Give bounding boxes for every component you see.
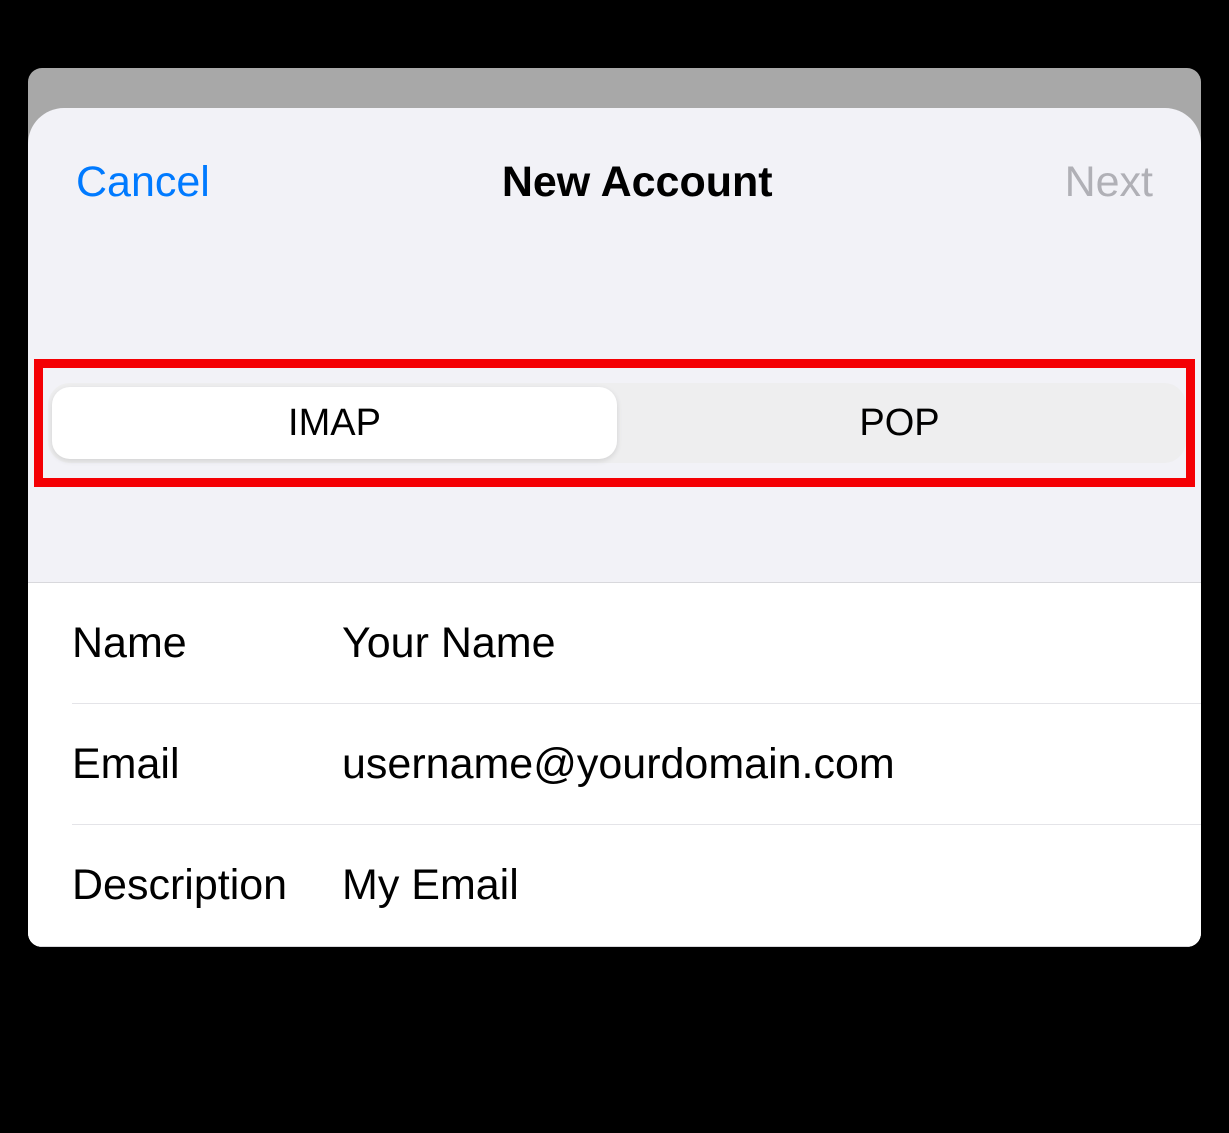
new-account-modal: Cancel New Account Next IMAP POP Name Em… — [28, 108, 1201, 947]
modal-title: New Account — [502, 158, 773, 207]
sheet-background-container: Cancel New Account Next IMAP POP Name Em… — [28, 68, 1201, 947]
modal-header: Cancel New Account Next — [28, 108, 1201, 207]
account-details-section: Name Email Description — [28, 582, 1201, 947]
email-label: Email — [72, 740, 342, 789]
segment-pop[interactable]: POP — [617, 387, 1182, 459]
cancel-button[interactable]: Cancel — [76, 158, 210, 207]
email-row: Email — [28, 704, 1201, 825]
email-input[interactable] — [342, 740, 1157, 789]
protocol-segmented-control: IMAP POP — [48, 383, 1186, 463]
description-label: Description — [72, 861, 342, 910]
protocol-highlight-box: IMAP POP — [34, 359, 1195, 487]
description-row: Description — [28, 825, 1201, 946]
description-input[interactable] — [342, 861, 1157, 910]
next-button[interactable]: Next — [1065, 158, 1153, 207]
name-label: Name — [72, 619, 342, 668]
segment-imap[interactable]: IMAP — [52, 387, 617, 459]
name-row: Name — [28, 583, 1201, 704]
name-input[interactable] — [342, 619, 1157, 668]
